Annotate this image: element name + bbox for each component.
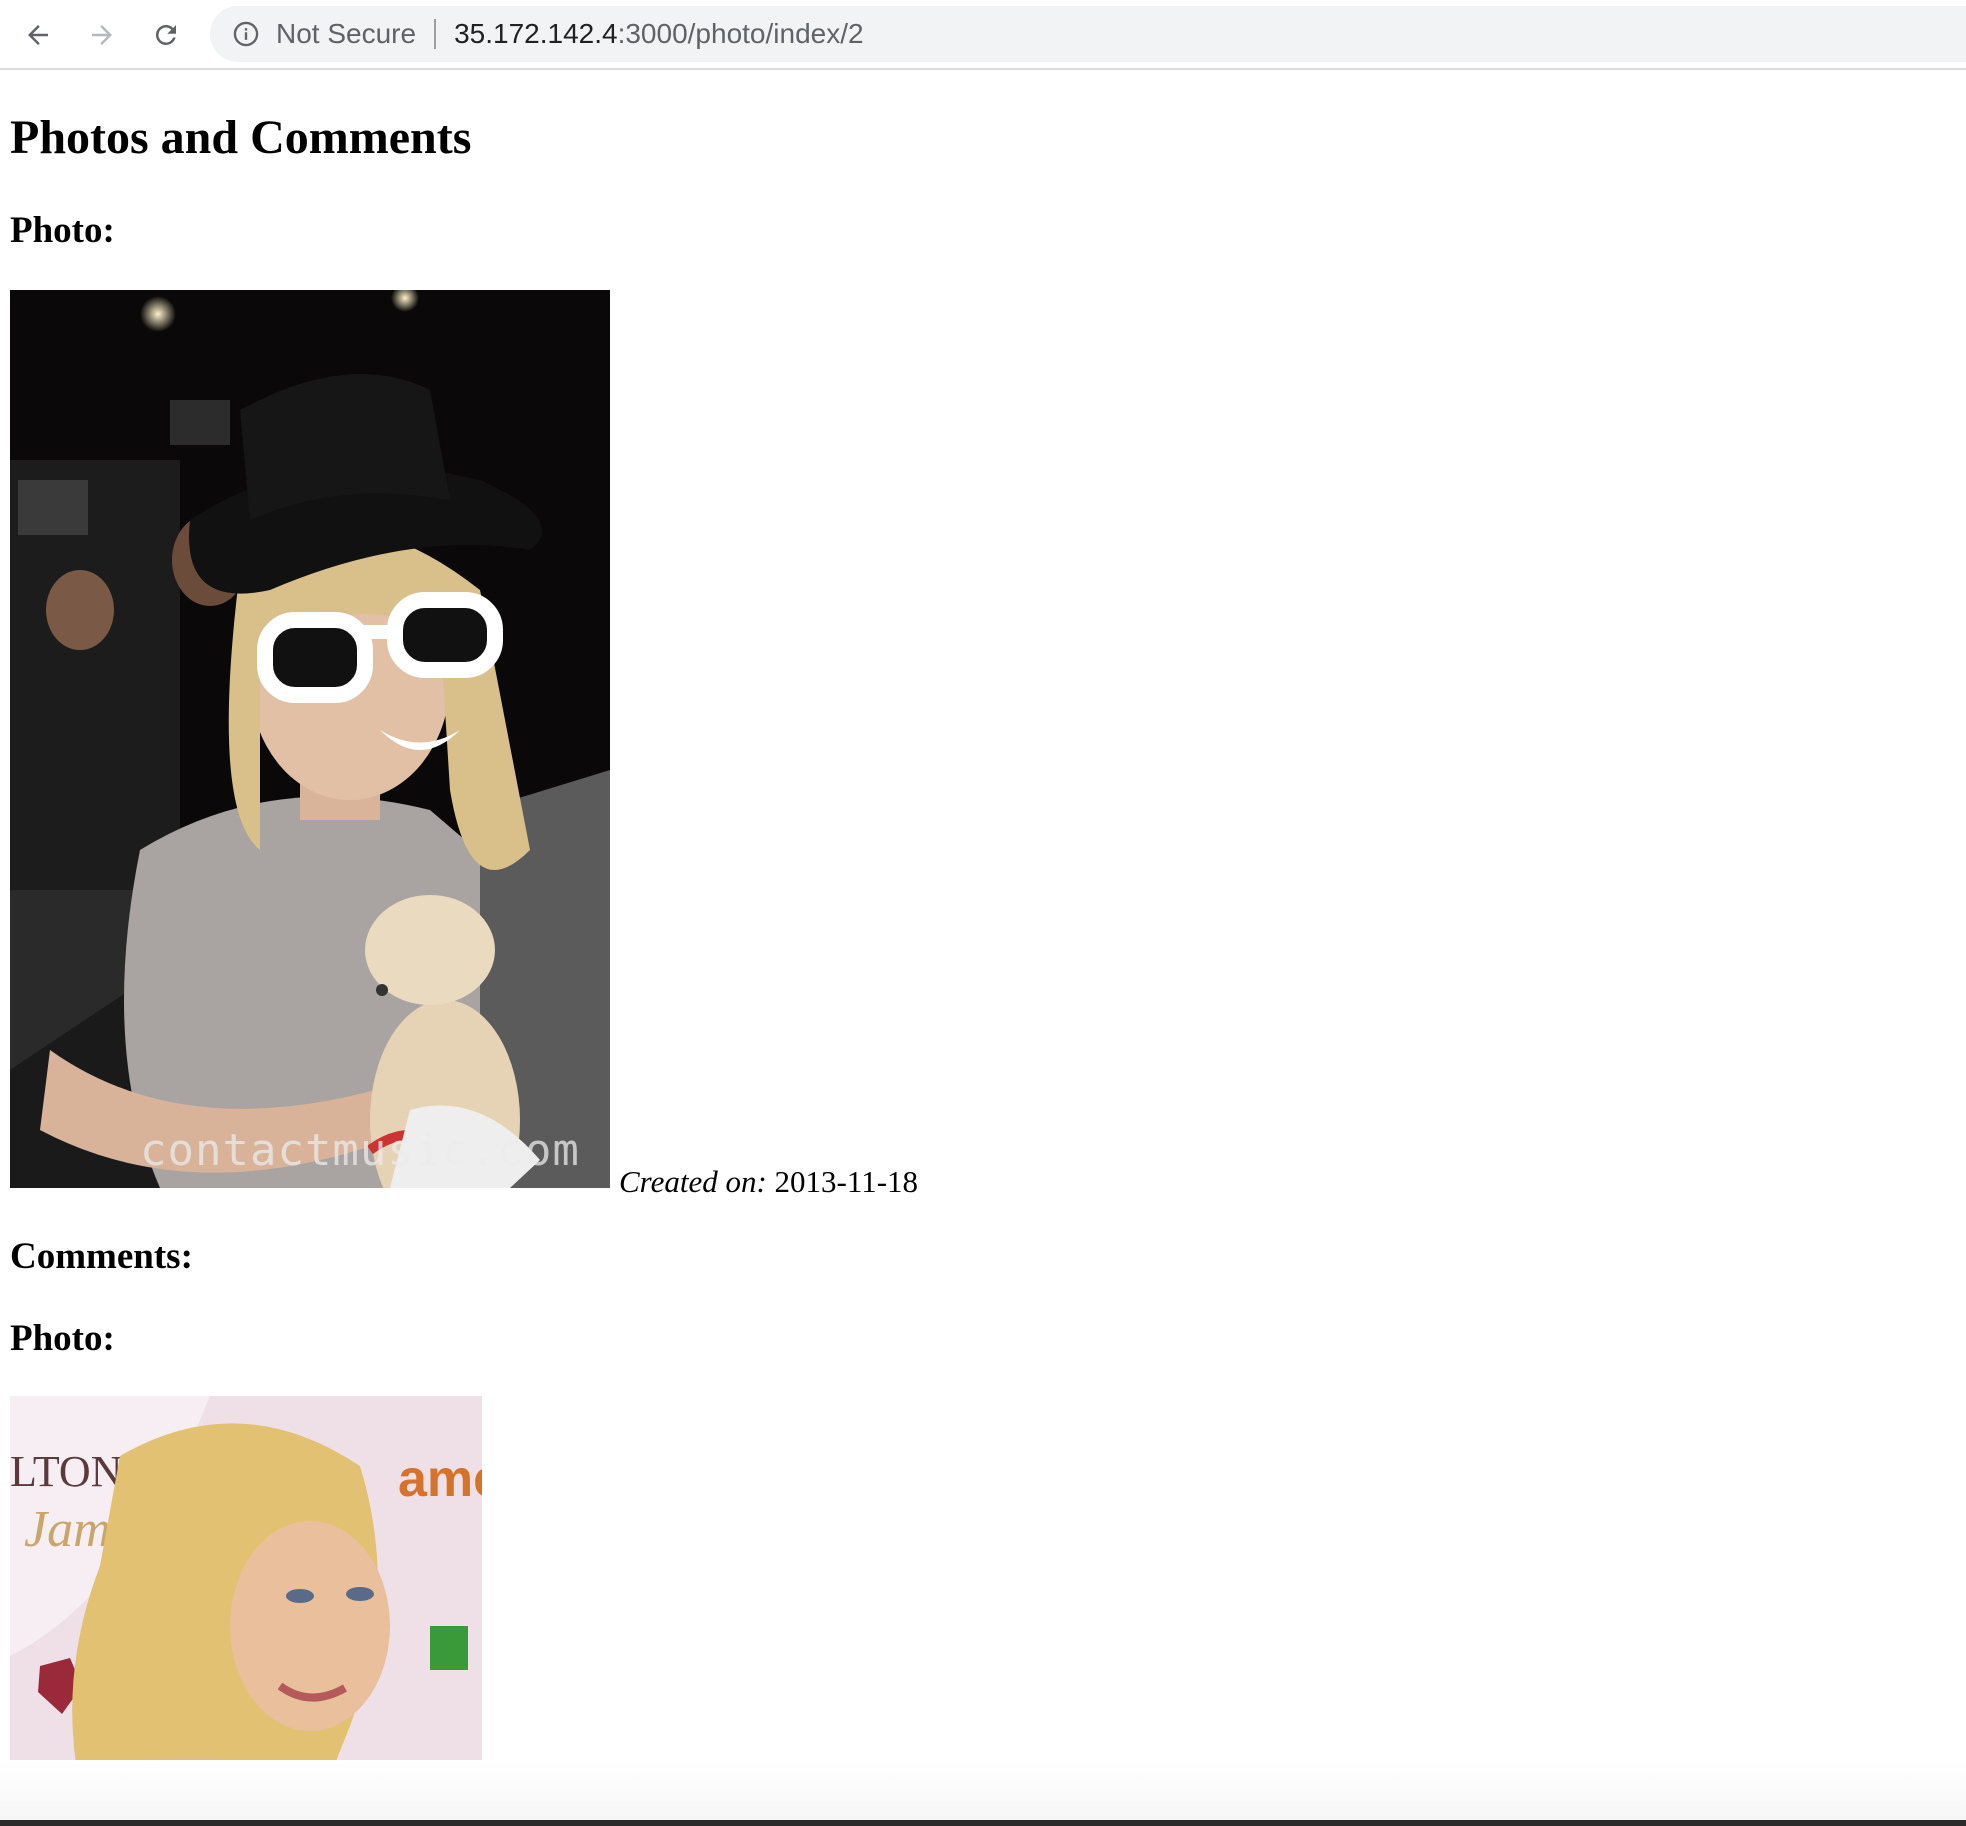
forward-button[interactable] (80, 13, 124, 57)
reload-button[interactable] (144, 13, 188, 57)
url-host[interactable]: 35.172.142.4 (454, 18, 618, 50)
created-date-value: 2013-11-18 (774, 1164, 919, 1199)
security-label[interactable]: Not Secure (276, 18, 416, 50)
back-arrow-icon (28, 25, 48, 45)
address-bar[interactable]: Not Secure 35.172.142.4 :3000/photo/inde… (210, 6, 1966, 62)
reload-icon (155, 24, 176, 45)
window-bottom-edge (0, 1820, 1966, 1826)
photo-label: Photo: (10, 210, 115, 251)
photo-image: contactmusic.com (10, 290, 610, 1188)
photo-watermark: contactmusic.com (140, 1125, 580, 1176)
info-icon[interactable] (232, 20, 260, 48)
bottom-shadow (0, 1760, 1966, 1826)
forward-arrow-icon (92, 25, 112, 45)
backdrop-text-3: ame (398, 1450, 482, 1508)
divider (434, 19, 437, 49)
created-label: Created on: (619, 1164, 767, 1199)
page-title: Photos and Comments (10, 111, 472, 164)
photo-created-date: Created on: 2013-11-18 (619, 1166, 918, 1197)
photo-label: Photo: (10, 1318, 115, 1359)
browser-toolbar: Not Secure 35.172.142.4 :3000/photo/inde… (0, 0, 1966, 70)
back-button[interactable] (16, 13, 60, 57)
comments-label: Comments: (10, 1236, 193, 1277)
url-path[interactable]: :3000/photo/index/2 (618, 18, 864, 50)
backdrop-text-2: Jam (24, 1501, 111, 1558)
